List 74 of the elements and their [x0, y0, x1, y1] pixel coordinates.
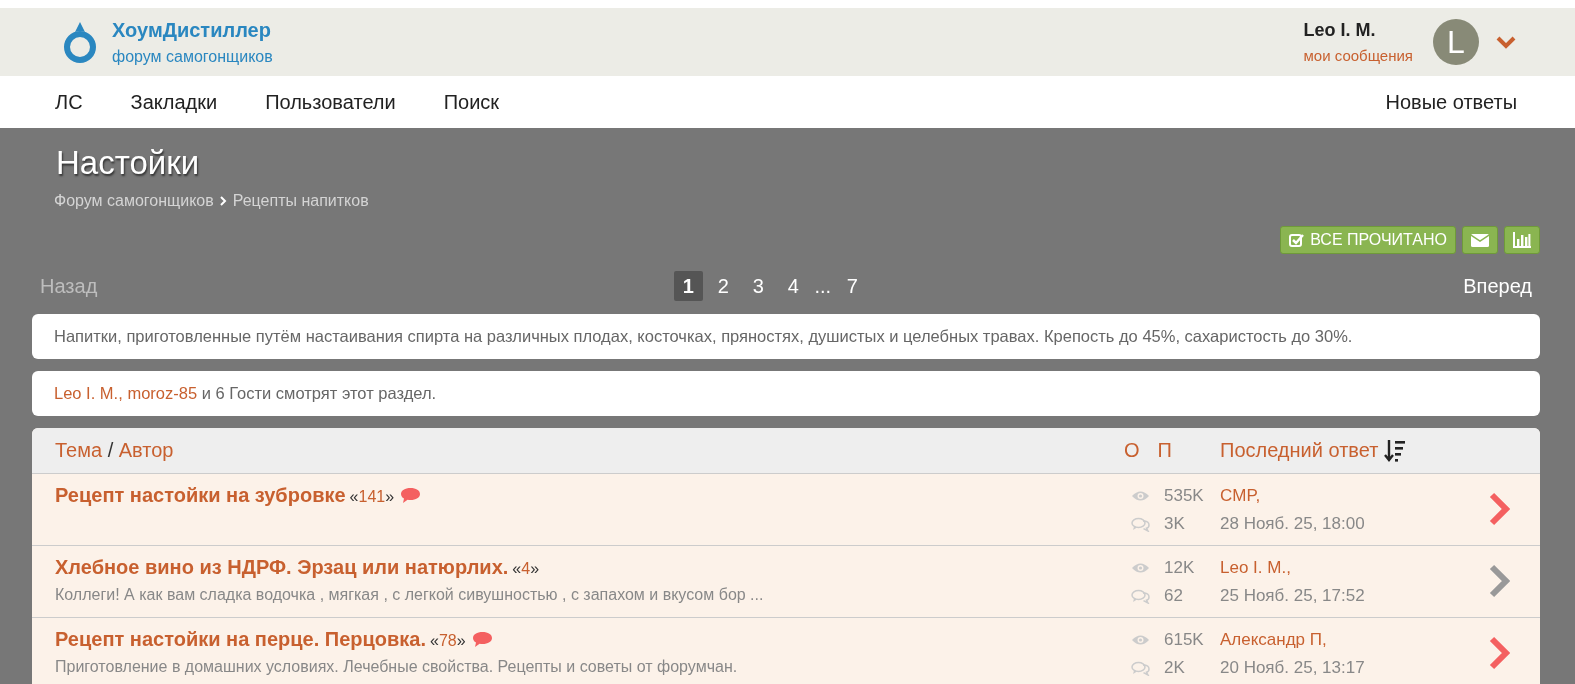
- last-poster-link[interactable]: Александр П,: [1220, 630, 1327, 650]
- page-number[interactable]: 2: [708, 271, 738, 301]
- user-avatar[interactable]: L: [1433, 19, 1479, 65]
- next-link[interactable]: Вперед: [1455, 274, 1540, 298]
- last-page-link[interactable]: 4: [521, 560, 531, 577]
- views-sort-link[interactable]: О: [1124, 439, 1140, 462]
- logo-icon: [62, 20, 98, 64]
- comments-icon: [1131, 660, 1150, 676]
- sort-descending-icon[interactable]: [1384, 438, 1407, 463]
- eye-icon: [1131, 634, 1150, 646]
- page-number[interactable]: 7: [837, 271, 867, 301]
- user-link[interactable]: moroz-85: [127, 384, 198, 402]
- stats-button[interactable]: [1504, 226, 1540, 254]
- posts-sort-link[interactable]: П: [1157, 439, 1172, 462]
- reply-count: 3K: [1164, 514, 1186, 534]
- mail-icon: [1471, 233, 1489, 247]
- page-number[interactable]: 4: [778, 271, 808, 301]
- nav-link[interactable]: Закладки: [130, 90, 218, 114]
- my-messages-link[interactable]: мои сообщения: [1303, 47, 1413, 64]
- view-count: 615K: [1164, 630, 1205, 650]
- comments-icon: [1131, 588, 1150, 604]
- speech-bubble-icon[interactable]: [471, 631, 493, 648]
- chevron-right-icon[interactable]: [1488, 492, 1510, 526]
- page-title: Настойки: [56, 144, 200, 182]
- page-count: «141»: [349, 488, 395, 505]
- last-poster-link[interactable]: CMP,: [1220, 486, 1261, 506]
- topic-title-link[interactable]: Хлебное вино из НДРФ. Эрзац или натюрлих.: [55, 556, 509, 578]
- page-count: «4»: [512, 560, 540, 577]
- last-page-link[interactable]: 141: [358, 488, 386, 505]
- nav-link[interactable]: Поиск: [443, 90, 500, 114]
- author-sort-link[interactable]: Автор: [118, 439, 174, 461]
- chevron-right-icon[interactable]: [1488, 564, 1510, 598]
- nav-link[interactable]: ЛС: [55, 90, 83, 114]
- site-subtitle: форум самогонщиков: [112, 47, 273, 66]
- breadcrumb-link[interactable]: Рецепты напитков: [232, 192, 369, 210]
- speech-bubble-icon[interactable]: [400, 487, 422, 504]
- chevron-right-icon[interactable]: [1488, 636, 1510, 670]
- page-number[interactable]: 1: [673, 271, 703, 301]
- last-post-date: 28 Нояб. 25, 18:00: [1220, 514, 1365, 534]
- last-reply-sort-link[interactable]: Последний ответ: [1220, 439, 1379, 462]
- user-link[interactable]: Leo I. M.,: [54, 384, 123, 402]
- chevron-right-icon: [219, 196, 227, 206]
- eye-icon: [1131, 490, 1150, 502]
- column-separator: /: [106, 439, 115, 461]
- reply-count: 2K: [1164, 658, 1186, 678]
- chevron-down-icon[interactable]: [1495, 35, 1517, 49]
- forum-description: Напитки, приготовленные путём настаивания спирта на различных плодах, косточках, пряностях, душистых и целебных травах. Крепость до 45%, сахаристость до 30%.: [32, 314, 1540, 359]
- site-title[interactable]: ХоумДистиллер: [112, 18, 273, 42]
- page-count: «78»: [429, 632, 466, 649]
- checkbox-icon: [1289, 232, 1305, 248]
- viewers-text: Leo I. M., moroz-85 и 6 Гости смотрят этот раздел.: [32, 371, 1540, 416]
- reply-count: 62: [1164, 586, 1184, 606]
- last-page-link[interactable]: 78: [438, 632, 457, 649]
- last-post-date: 25 Нояб. 25, 17:52: [1220, 586, 1365, 606]
- view-count: 12K: [1164, 558, 1196, 578]
- user-name: Leo I. M.: [1303, 20, 1377, 41]
- topic-title-link[interactable]: Рецепт настойки на зубровке: [55, 484, 346, 506]
- topic-sort-link[interactable]: Тема: [55, 439, 103, 461]
- nav-link[interactable]: Новые ответы: [1385, 90, 1517, 114]
- topic-title-link[interactable]: Рецепт настойки на перце. Перцовка.: [55, 628, 426, 650]
- mark-all-read-button[interactable]: ВСЕ ПРОЧИТАНО: [1280, 226, 1456, 254]
- last-poster-link[interactable]: Leo I. M.,: [1220, 558, 1291, 578]
- eye-icon: [1131, 562, 1150, 574]
- page-gap: ...: [813, 273, 832, 299]
- topic-snippet: Приготовление в домашних условиях. Лечебные свойства. Рецепты и советы от форумчан.: [55, 658, 739, 676]
- nav-link[interactable]: Пользователи: [265, 90, 396, 114]
- page-number[interactable]: 3: [743, 271, 773, 301]
- mail-button[interactable]: [1462, 226, 1498, 254]
- last-post-date: 20 Нояб. 25, 13:17: [1220, 658, 1365, 678]
- comments-icon: [1131, 516, 1150, 532]
- breadcrumb-link[interactable]: Форум самогонщиков: [54, 192, 214, 210]
- topic-snippet: Коллеги! А как вам сладка водочка , мягкая , с легкой сивушностью , с запахом и вкусом бор ...: [55, 586, 765, 604]
- bar-chart-icon: [1513, 232, 1531, 248]
- view-count: 535K: [1164, 486, 1205, 506]
